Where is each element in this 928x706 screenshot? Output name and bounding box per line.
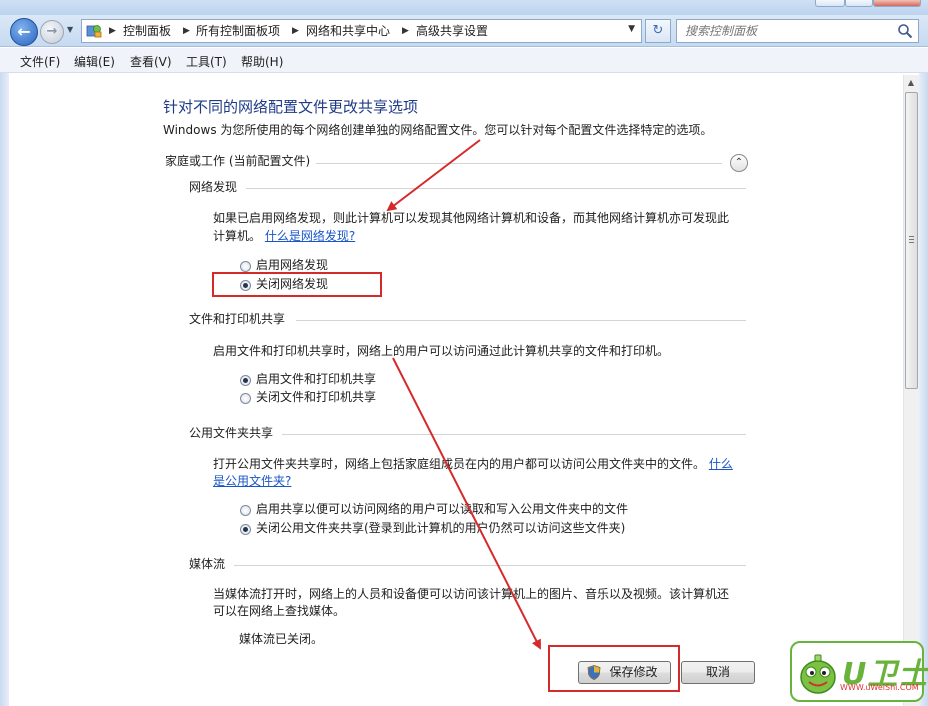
grip-icon (909, 236, 914, 243)
media-streaming-header: 媒体流 (189, 557, 226, 571)
what-is-public-folder-link-part2[interactable]: 是公用文件夹? (213, 474, 291, 488)
control-panel-icon (86, 25, 102, 38)
what-is-public-folder-link-part1[interactable]: 什么 (709, 457, 733, 471)
section-divider (246, 188, 746, 189)
breadcrumb-separator-icon[interactable]: ▶ (292, 23, 299, 39)
uweishi-logo: U卫士 WWW.uWeiShi.COM (790, 641, 928, 702)
radio-enable-public-folder-sharing[interactable] (240, 505, 251, 516)
section-divider (316, 163, 722, 164)
window-frame-right (919, 73, 928, 706)
logo-url: WWW.uWeiShi.COM (840, 683, 919, 692)
scroll-up-arrow-icon[interactable]: ▲ (903, 75, 919, 91)
address-dropdown-icon[interactable]: ▼ (628, 24, 635, 34)
radio-disable-public-folder-sharing[interactable] (240, 524, 251, 535)
media-streaming-desc: 当媒体流打开时，网络上的人员和设备便可以访问该计算机上的图片、音乐以及视频。该计… (213, 587, 730, 601)
highlight-save-button (548, 645, 680, 692)
menu-edit[interactable]: 编辑(E) (74, 53, 115, 70)
refresh-button[interactable]: ↻ (645, 19, 671, 43)
search-icon[interactable] (897, 23, 913, 39)
cancel-label: 取消 (705, 665, 730, 679)
section-divider (282, 434, 746, 435)
public-folder-sharing-desc: 打开公用文件夹共享时，网络上包括家庭组成员在内的用户都可以访问公用文件夹中的文件… (213, 455, 733, 473)
breadcrumb-control-panel[interactable]: 控制面板 (123, 23, 171, 39)
breadcrumb-all-items[interactable]: 所有控制面板项 (196, 23, 280, 39)
enable-file-printer-sharing-label[interactable]: 启用文件和打印机共享 (256, 370, 376, 388)
frog-mascot-icon (800, 654, 836, 694)
disable-public-folder-sharing-label[interactable]: 关闭公用文件夹共享(登录到此计算机的用户仍然可以访问这些文件夹) (256, 519, 625, 537)
network-discovery-desc: 如果已启用网络发现，则此计算机可以发现其他网络计算机和设备，而其他网络计算机亦可… (213, 211, 730, 225)
address-bar[interactable]: ▶ 控制面板 ▶ 所有控制面板项 ▶ 网络和共享中心 ▶ 高级共享设置 ▼ (81, 19, 642, 43)
collapse-chevron-up-icon[interactable]: ⌃ (730, 154, 748, 172)
recent-pages-dropdown-icon[interactable]: ▼ (67, 25, 73, 34)
breadcrumb-separator-icon[interactable]: ▶ (402, 23, 409, 39)
network-discovery-desc-end: 计算机。 (213, 229, 262, 243)
file-printer-sharing-desc: 启用文件和打印机共享时，网络上的用户可以访问通过此计算机共享的文件和打印机。 (213, 344, 670, 358)
breadcrumb-advanced-sharing[interactable]: 高级共享设置 (416, 23, 488, 39)
public-folder-sharing-header: 公用文件夹共享 (189, 426, 274, 440)
network-discovery-header: 网络发现 (189, 180, 238, 194)
search-input[interactable] (683, 22, 883, 40)
media-streaming-status: 媒体流已关闭。 (239, 632, 324, 646)
radio-disable-file-printer-sharing[interactable] (240, 393, 251, 404)
search-box[interactable] (676, 19, 919, 43)
highlight-disable-network-discovery (212, 272, 382, 297)
intro-text: Windows 为您所使用的每个网络创建单独的网络配置文件。您可以针对每个配置文… (163, 123, 713, 137)
close-button[interactable] (873, 0, 921, 7)
menu-view[interactable]: 查看(V) (130, 53, 172, 70)
forward-button[interactable]: → (40, 20, 64, 44)
public-folder-sharing-desc-line2: 是公用文件夹? (213, 472, 291, 490)
disable-file-printer-sharing-label[interactable]: 关闭文件和打印机共享 (256, 388, 376, 406)
breadcrumb-network-center[interactable]: 网络和共享中心 (306, 23, 390, 39)
radio-enable-network-discovery[interactable] (240, 261, 251, 272)
section-divider (234, 565, 746, 566)
breadcrumb-separator-icon[interactable]: ▶ (109, 23, 116, 39)
maximize-button[interactable] (845, 0, 873, 7)
section-divider (296, 320, 746, 321)
breadcrumb-separator-icon[interactable]: ▶ (183, 23, 190, 39)
window-title-bar (0, 0, 928, 15)
scrollbar-thumb[interactable] (905, 92, 918, 389)
window-frame-left (0, 73, 9, 706)
back-button[interactable]: ← (10, 18, 38, 46)
enable-public-folder-sharing-label[interactable]: 启用共享以便可以访问网络的用户可以读取和写入公用文件夹中的文件 (256, 500, 628, 518)
menu-tools[interactable]: 工具(T) (186, 53, 227, 70)
file-printer-sharing-header: 文件和打印机共享 (189, 312, 286, 326)
menu-help[interactable]: 帮助(H) (241, 53, 283, 70)
menu-bar: 文件(F) 编辑(E) 查看(V) 工具(T) 帮助(H) (0, 48, 928, 73)
arrow-to-network-discovery (386, 139, 481, 212)
media-streaming-desc-line2: 可以在网络上查找媒体。 (213, 604, 346, 618)
network-discovery-desc-line2: 计算机。 什么是网络发现? (213, 227, 355, 245)
minimize-button[interactable] (815, 0, 845, 7)
public-folder-sharing-desc-text: 打开公用文件夹共享时，网络上包括家庭组成员在内的用户都可以访问公用文件夹中的文件… (213, 457, 706, 471)
menu-file[interactable]: 文件(F) (20, 53, 60, 70)
what-is-network-discovery-link[interactable]: 什么是网络发现? (265, 229, 355, 243)
profile-header: 家庭或工作 (当前配置文件) (165, 154, 311, 168)
radio-enable-file-printer-sharing[interactable] (240, 375, 251, 386)
cancel-button[interactable]: 取消 (681, 661, 755, 684)
page-title: 针对不同的网络配置文件更改共享选项 (163, 98, 419, 116)
